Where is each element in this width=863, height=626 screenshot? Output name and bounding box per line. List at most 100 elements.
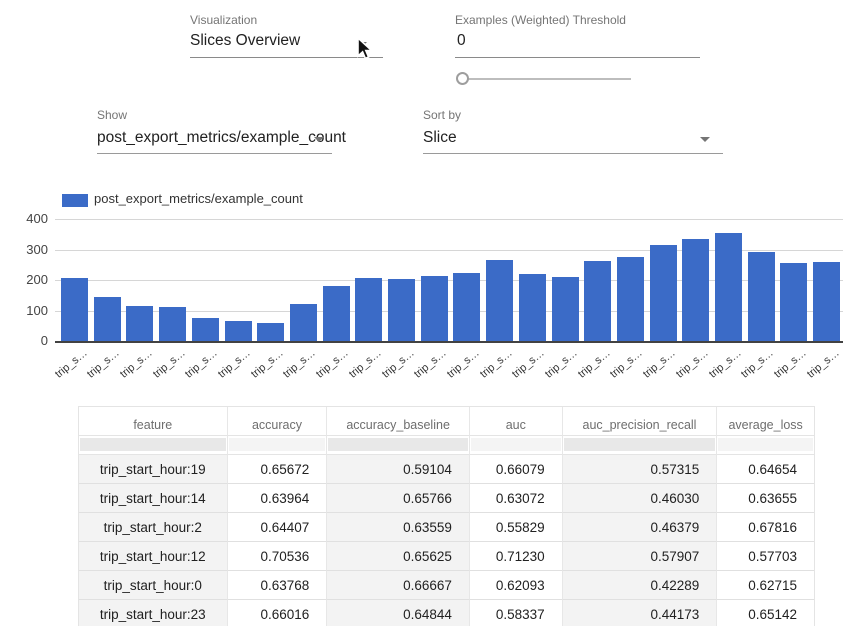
bar-chart-plot-area: [55, 219, 843, 343]
show-underline: [97, 153, 332, 154]
table-cell: 0.65672: [228, 455, 328, 484]
table-cell: 0.63964: [228, 484, 328, 513]
table-cell: 0.63072: [470, 484, 563, 513]
table-cell: trip_start_hour:14: [79, 484, 228, 513]
bar[interactable]: [486, 260, 513, 341]
table-header-cell[interactable]: feature: [79, 407, 228, 436]
filter-input[interactable]: [718, 438, 813, 451]
bar[interactable]: [61, 278, 88, 341]
show-value[interactable]: post_export_metrics/example_count: [97, 129, 346, 147]
sortby-value[interactable]: Slice: [423, 129, 457, 147]
legend-label: post_export_metrics/example_count: [94, 191, 303, 206]
bar[interactable]: [715, 233, 742, 341]
table-cell: 0.71230: [470, 542, 563, 571]
threshold-label: Examples (Weighted) Threshold: [455, 13, 626, 27]
table-cell: 0.66016: [228, 600, 328, 626]
threshold-input[interactable]: 0: [457, 32, 466, 50]
bar[interactable]: [192, 318, 219, 341]
chevron-down-icon[interactable]: [700, 137, 710, 142]
table-cell: 0.57315: [563, 455, 718, 484]
table-cell: 0.67816: [717, 513, 814, 542]
table-cell: 0.66079: [470, 455, 563, 484]
table-cell: 0.63655: [717, 484, 814, 513]
gridline: [55, 219, 843, 220]
bar[interactable]: [257, 323, 284, 341]
table-cell: trip_start_hour:23: [79, 600, 228, 626]
bar[interactable]: [159, 307, 186, 341]
metrics-table: featureaccuracyaccuracy_baselineaucauc_p…: [78, 406, 815, 626]
table-header-cell[interactable]: auc: [470, 407, 563, 436]
mouse-cursor: [354, 37, 376, 61]
y-axis-label: 400: [0, 211, 48, 227]
filter-input[interactable]: [328, 438, 468, 451]
filter-input[interactable]: [80, 438, 226, 451]
bar[interactable]: [650, 245, 677, 341]
table-row[interactable]: trip_start_hour:00.637680.666670.620930.…: [79, 571, 814, 600]
bar[interactable]: [617, 257, 644, 341]
table-cell: 0.62715: [717, 571, 814, 600]
sortby-underline: [423, 153, 723, 154]
bar[interactable]: [453, 273, 480, 341]
table-cell: 0.46030: [563, 484, 718, 513]
table-cell: 0.44173: [563, 600, 718, 626]
table-cell: 0.65142: [717, 600, 814, 626]
bar[interactable]: [388, 279, 415, 341]
table-cell: 0.57907: [563, 542, 718, 571]
table-cell: 0.63559: [327, 513, 470, 542]
table-cell: 0.46379: [563, 513, 718, 542]
visualization-value[interactable]: Slices Overview: [190, 32, 300, 50]
bar[interactable]: [682, 239, 709, 341]
table-cell: 0.42289: [563, 571, 718, 600]
sortby-label: Sort by: [423, 108, 461, 122]
table-cell: 0.65766: [327, 484, 470, 513]
slider-track[interactable]: [459, 78, 631, 80]
table-cell: 0.63768: [228, 571, 328, 600]
table-cell: 0.66667: [327, 571, 470, 600]
table-cell: 0.70536: [228, 542, 328, 571]
table-cell: 0.57703: [717, 542, 814, 571]
bar[interactable]: [126, 306, 153, 341]
legend-swatch: [62, 194, 88, 207]
bar[interactable]: [225, 321, 252, 341]
visualization-label: Visualization: [190, 13, 257, 27]
table-row[interactable]: trip_start_hour:20.644070.635590.558290.…: [79, 513, 814, 542]
table-header-cell[interactable]: average_loss: [717, 407, 814, 436]
bar[interactable]: [552, 277, 579, 341]
table-row[interactable]: trip_start_hour:140.639640.657660.630720…: [79, 484, 814, 513]
table-header-cell[interactable]: auc_precision_recall: [563, 407, 718, 436]
table-cell: 0.58337: [470, 600, 563, 626]
bar[interactable]: [813, 262, 840, 341]
table-cell: 0.55829: [470, 513, 563, 542]
table-header-row: featureaccuracyaccuracy_baselineaucauc_p…: [79, 407, 814, 436]
bar[interactable]: [748, 252, 775, 341]
bar[interactable]: [355, 278, 382, 341]
bar[interactable]: [519, 274, 546, 341]
slices-overview-page: Visualization Slices Overview Examples (…: [0, 0, 863, 626]
table-row[interactable]: trip_start_hour:120.705360.656250.712300…: [79, 542, 814, 571]
bar[interactable]: [290, 304, 317, 341]
table-header-cell[interactable]: accuracy: [228, 407, 328, 436]
table-cell: 0.59104: [327, 455, 470, 484]
table-row[interactable]: trip_start_hour:230.660160.648440.583370…: [79, 600, 814, 626]
table-cell: 0.62093: [470, 571, 563, 600]
table-header-cell[interactable]: accuracy_baseline: [327, 407, 470, 436]
table-cell: 0.64654: [717, 455, 814, 484]
slider-knob[interactable]: [456, 72, 469, 85]
chevron-down-icon[interactable]: [314, 137, 324, 142]
bar[interactable]: [584, 261, 611, 341]
bar[interactable]: [780, 263, 807, 341]
table-cell: trip_start_hour:0: [79, 571, 228, 600]
bar[interactable]: [94, 297, 121, 341]
filter-input[interactable]: [471, 438, 561, 451]
y-axis-label: 300: [0, 242, 48, 258]
filter-input[interactable]: [564, 438, 716, 451]
table-row[interactable]: trip_start_hour:190.656720.591040.660790…: [79, 455, 814, 484]
table-cell: trip_start_hour:12: [79, 542, 228, 571]
bar[interactable]: [323, 286, 350, 341]
y-axis-label: 200: [0, 272, 48, 288]
filter-input[interactable]: [229, 438, 326, 451]
table-cell: 0.64407: [228, 513, 328, 542]
table-cell: 0.65625: [327, 542, 470, 571]
bar[interactable]: [421, 276, 448, 341]
threshold-underline: [455, 57, 700, 58]
